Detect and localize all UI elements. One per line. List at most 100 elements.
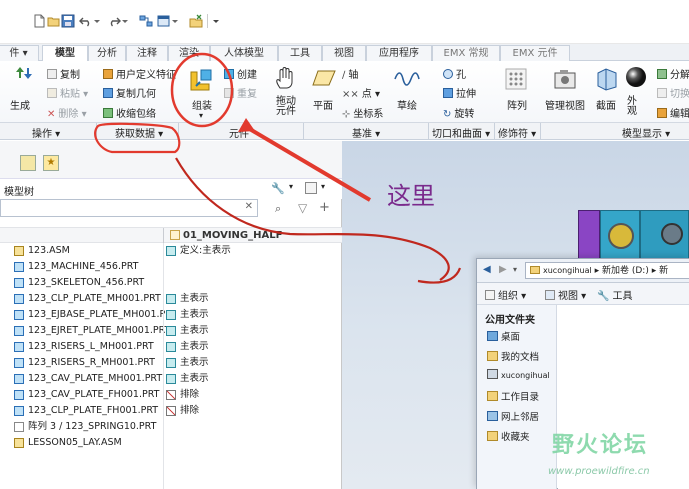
tree-row[interactable]: 123_MACHINE_456.PRT bbox=[0, 259, 342, 275]
group-cut-surface[interactable]: 切口和曲面 ▾ bbox=[432, 125, 490, 140]
undo-icon[interactable] bbox=[79, 14, 93, 28]
delete-button[interactable]: ✕ 删除 ▾ bbox=[47, 105, 87, 120]
views-button[interactable]: 视图 ▾ bbox=[545, 287, 586, 302]
tree-row[interactable]: LESSON05_LAY.ASM bbox=[0, 435, 342, 451]
organize-button[interactable]: 组织 ▾ bbox=[485, 287, 526, 302]
copy-geometry-button[interactable]: 复制几何 bbox=[103, 85, 156, 100]
tools-button[interactable]: 🔧 工具 bbox=[597, 287, 632, 302]
tab-view[interactable]: 视图 bbox=[322, 45, 366, 61]
undo-dropdown-icon[interactable] bbox=[93, 14, 101, 28]
windows-icon[interactable] bbox=[157, 14, 171, 28]
side-item-computer[interactable]: xucongihual bbox=[487, 369, 550, 381]
group-datum[interactable]: 基准 ▾ bbox=[352, 125, 380, 140]
sketch-button[interactable]: 草绘 bbox=[397, 97, 417, 112]
udf-button[interactable]: 用户定义特征 bbox=[103, 66, 176, 81]
tab-model[interactable]: 模型 bbox=[42, 45, 88, 62]
redo-dropdown-icon[interactable] bbox=[121, 14, 129, 28]
filter-icon[interactable]: ▽ bbox=[298, 201, 307, 215]
shrinkwrap-button[interactable]: 收缩包络 bbox=[103, 105, 156, 120]
tree-search-input[interactable]: ✕ bbox=[0, 199, 258, 217]
folder-browser-tab-icon[interactable]: ★ bbox=[43, 155, 59, 171]
plane-icon[interactable] bbox=[312, 69, 336, 87]
csys-button[interactable]: ⊹ 坐标系 bbox=[342, 105, 383, 120]
axis-button[interactable]: ∕ 轴 bbox=[342, 66, 358, 81]
tree-row[interactable]: 123_EJRET_PLATE_MH001.PRT 主表示 bbox=[0, 323, 342, 339]
tab-emx-general[interactable]: EMX 常规 bbox=[432, 45, 500, 61]
explode-button[interactable]: 分解 bbox=[657, 66, 689, 81]
drag-hand-icon[interactable] bbox=[274, 66, 296, 90]
tab-render[interactable]: 渲染 bbox=[168, 45, 210, 61]
appearance-button[interactable]: 外观 bbox=[627, 97, 639, 117]
tree-row[interactable]: 123.ASM 定义:主表示 bbox=[0, 243, 342, 259]
extrude-button[interactable]: 拉伸 bbox=[443, 85, 476, 100]
side-item-favorites[interactable]: 收藏夹 bbox=[487, 429, 530, 443]
assemble-button[interactable]: 组装 bbox=[192, 97, 212, 112]
tree-row[interactable]: 123_SKELETON_456.PRT bbox=[0, 275, 342, 291]
new-icon[interactable] bbox=[32, 14, 46, 28]
group-get-data[interactable]: 获取数据 ▾ bbox=[115, 125, 163, 140]
side-item-network[interactable]: 网上邻居 bbox=[487, 409, 539, 423]
show-columns-icon[interactable] bbox=[305, 182, 317, 194]
file-list-area[interactable] bbox=[558, 305, 689, 489]
tree-row[interactable]: 123_EJBASE_PLATE_MH001.PI 主表示 bbox=[0, 307, 342, 323]
save-icon[interactable] bbox=[61, 14, 75, 28]
appearance-icon[interactable] bbox=[625, 66, 647, 88]
repeat-button[interactable]: 重复 bbox=[224, 85, 257, 100]
toggle-button[interactable]: 切换 bbox=[657, 85, 689, 100]
tree-row[interactable]: 123_CAV_PLATE_FH001.PRT 排除 bbox=[0, 387, 342, 403]
revolve-button[interactable]: ↻ 旋转 bbox=[443, 105, 474, 120]
tab-analysis[interactable]: 分析 bbox=[88, 45, 126, 61]
section-button[interactable]: 截面 bbox=[596, 97, 616, 112]
regenerate-big-icon[interactable] bbox=[14, 65, 34, 81]
tab-emx-component[interactable]: EMX 元件 bbox=[500, 45, 570, 61]
forward-icon[interactable]: ▶ bbox=[499, 264, 507, 275]
side-item-desktop[interactable]: 桌面 bbox=[487, 329, 520, 343]
tree-row[interactable]: 123_RISERS_R_MH001.PRT 主表示 bbox=[0, 355, 342, 371]
sketch-icon[interactable] bbox=[394, 70, 420, 88]
tree-settings-dropdown-icon[interactable]: ▾ bbox=[289, 182, 293, 191]
tree-row[interactable]: 123_RISERS_L_MH001.PRT 主表示 bbox=[0, 339, 342, 355]
pattern-button[interactable]: 阵列 bbox=[507, 97, 527, 112]
tree-row[interactable]: 阵列 3 / 123_SPRING10.PRT bbox=[0, 419, 342, 435]
regenerate-button[interactable]: 生成 bbox=[10, 97, 30, 112]
view-manager-icon[interactable] bbox=[553, 68, 577, 90]
tab-tools[interactable]: 工具 bbox=[278, 45, 322, 61]
tab-manikin[interactable]: 人体模型 bbox=[210, 45, 278, 61]
paste-button[interactable]: 粘贴 ▾ bbox=[47, 85, 88, 100]
tab-applications[interactable]: 应用程序 bbox=[366, 45, 432, 61]
show-dropdown-icon[interactable]: ▾ bbox=[321, 182, 325, 191]
address-segment[interactable]: 新加卷 (D:) bbox=[602, 266, 649, 276]
open-icon[interactable] bbox=[47, 14, 61, 28]
pattern-icon[interactable] bbox=[505, 68, 527, 90]
column-header-label[interactable]: 01_MOVING_HALF bbox=[183, 230, 282, 241]
tree-settings-icon[interactable]: 🔧 bbox=[271, 182, 285, 195]
tree-row[interactable]: 123_CAV_PLATE_MH001.PRT 主表示 bbox=[0, 371, 342, 387]
clear-search-icon[interactable]: ✕ bbox=[245, 201, 253, 212]
regenerate-icon[interactable] bbox=[139, 14, 153, 28]
close-icon[interactable] bbox=[189, 14, 203, 28]
side-item-documents[interactable]: 我的文档 bbox=[487, 349, 539, 363]
copy-button[interactable]: 复制 bbox=[47, 66, 80, 81]
tree-row[interactable]: 123_CLP_PLATE_FH001.PRT 排除 bbox=[0, 403, 342, 419]
assemble-icon[interactable] bbox=[188, 68, 214, 94]
address-segment[interactable]: 新 bbox=[659, 266, 668, 276]
group-operations[interactable]: 操作 ▾ bbox=[32, 125, 60, 140]
binoculars-icon[interactable]: ⌕ bbox=[275, 202, 281, 216]
redo-icon[interactable] bbox=[107, 14, 121, 28]
tab-file[interactable]: 件 ▾ bbox=[0, 45, 39, 61]
assemble-dropdown-icon[interactable]: ▾ bbox=[199, 111, 203, 120]
tab-annotate[interactable]: 注释 bbox=[126, 45, 168, 61]
history-dropdown-icon[interactable]: ▾ bbox=[513, 265, 517, 274]
add-column-icon[interactable]: + bbox=[319, 200, 330, 215]
view-manager-button[interactable]: 管理视图 bbox=[545, 97, 585, 112]
plane-button[interactable]: 平面 bbox=[313, 97, 333, 112]
point-button[interactable]: ×× 点 ▾ bbox=[342, 85, 380, 100]
back-icon[interactable]: ◀ bbox=[483, 264, 491, 275]
group-modifiers[interactable]: 修饰符 ▾ bbox=[498, 125, 536, 140]
drag-component-button[interactable]: 拖动元件 bbox=[275, 97, 297, 117]
group-model-display[interactable]: 模型显示 ▾ bbox=[622, 125, 670, 140]
edit-position-button[interactable]: 编辑 bbox=[657, 105, 689, 120]
customize-icon[interactable] bbox=[212, 14, 220, 28]
windows-dropdown-icon[interactable] bbox=[171, 14, 179, 28]
section-icon[interactable] bbox=[596, 67, 618, 91]
